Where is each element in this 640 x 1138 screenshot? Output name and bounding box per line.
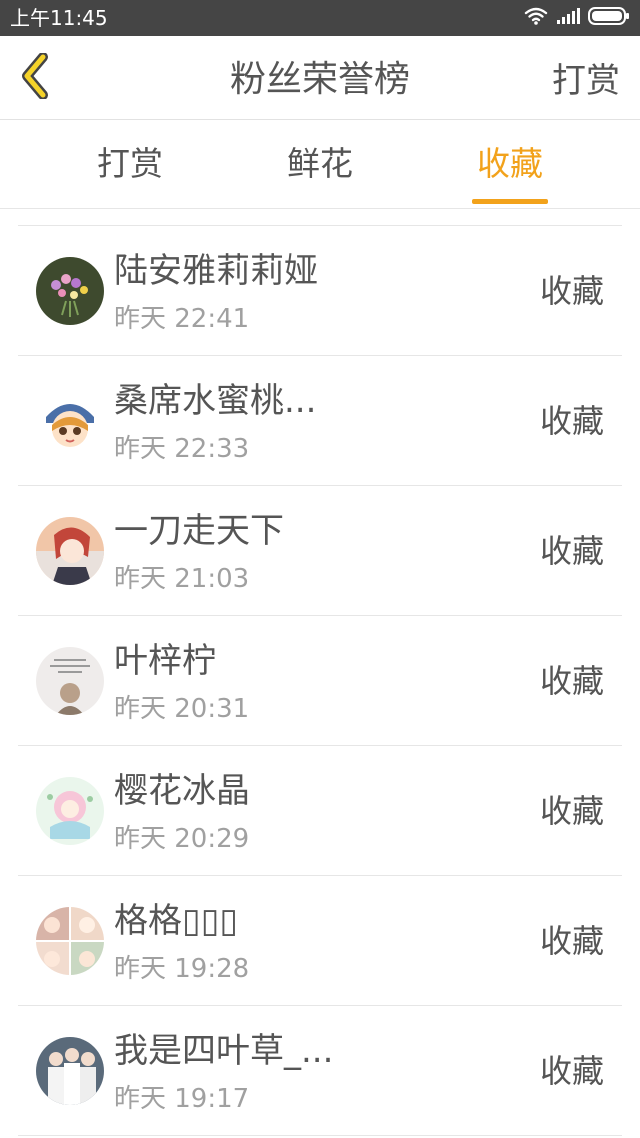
fan-action-type: 收藏: [539, 532, 604, 570]
back-button[interactable]: [12, 52, 56, 104]
list-item[interactable]: 樱花冰晶 昨天 20:29 收藏: [18, 746, 622, 876]
nav-bar: 粉丝荣誉榜 打赏: [0, 36, 640, 120]
fan-time: 昨天 20:31: [114, 694, 250, 724]
fan-time: 昨天 19:17: [114, 1084, 250, 1114]
tab-flowers[interactable]: 鲜花: [240, 143, 400, 185]
avatar: [36, 777, 104, 845]
list-item[interactable]: 桑席水蜜桃... 昨天 22:33 收藏: [18, 356, 622, 486]
fan-time: 昨天 22:41: [114, 304, 250, 334]
list-item[interactable]: 一刀走天下 昨天 21:03 收藏: [18, 486, 622, 616]
active-tab-indicator: [472, 199, 548, 204]
list-item[interactable]: 格格▯▯▯ 昨天 19:28 收藏: [18, 876, 622, 1006]
avatar: [36, 517, 104, 585]
list-item[interactable]: 我是四叶草_... 昨天 19:17 收藏: [18, 1006, 622, 1136]
avatar: [36, 1037, 104, 1105]
fan-list: 陆安雅莉莉娅 昨天 22:41 收藏 桑席水蜜桃... 昨天 22:33 收藏: [18, 225, 622, 1136]
fan-name: 叶梓柠: [114, 641, 216, 681]
signal-icon: [556, 7, 580, 29]
avatar: [36, 907, 104, 975]
fan-time: 昨天 20:29: [114, 824, 250, 854]
fan-time: 昨天 19:28: [114, 954, 250, 984]
fan-time: 昨天 22:33: [114, 434, 250, 464]
tab-bar: 打赏 鲜花 收藏: [0, 121, 640, 209]
fan-action-type: 收藏: [539, 402, 604, 440]
fan-action-type: 收藏: [539, 272, 604, 310]
status-bar: 上午11:45: [0, 0, 640, 36]
fan-action-type: 收藏: [539, 922, 604, 960]
status-icons: [524, 7, 630, 29]
status-time: 上午11:45: [10, 6, 108, 30]
reward-button[interactable]: 打赏: [552, 60, 620, 102]
page-title: 粉丝荣誉榜: [229, 59, 410, 100]
avatar: [36, 647, 104, 715]
avatar: [36, 257, 104, 325]
fan-name: 一刀走天下: [114, 511, 284, 551]
list-item[interactable]: 陆安雅莉莉娅 昨天 22:41 收藏: [18, 226, 622, 356]
wifi-icon: [524, 6, 548, 30]
chevron-left-icon: [19, 52, 49, 103]
fan-name: 桑席水蜜桃...: [114, 381, 317, 421]
fan-name: 我是四叶草_...: [114, 1031, 334, 1071]
fan-name: 陆安雅莉莉娅: [114, 251, 318, 291]
list-item[interactable]: 叶梓柠 昨天 20:31 收藏: [18, 616, 622, 746]
battery-icon: [588, 7, 630, 29]
fan-time: 昨天 21:03: [114, 564, 250, 594]
fan-action-type: 收藏: [539, 662, 604, 700]
avatar: [36, 387, 104, 455]
fan-name: 樱花冰晶: [114, 771, 250, 811]
tab-reward[interactable]: 打赏: [50, 143, 210, 185]
fan-action-type: 收藏: [539, 792, 604, 830]
tab-favorites[interactable]: 收藏: [430, 143, 590, 185]
fan-name: 格格▯▯▯: [114, 901, 239, 941]
fan-action-type: 收藏: [539, 1052, 604, 1090]
